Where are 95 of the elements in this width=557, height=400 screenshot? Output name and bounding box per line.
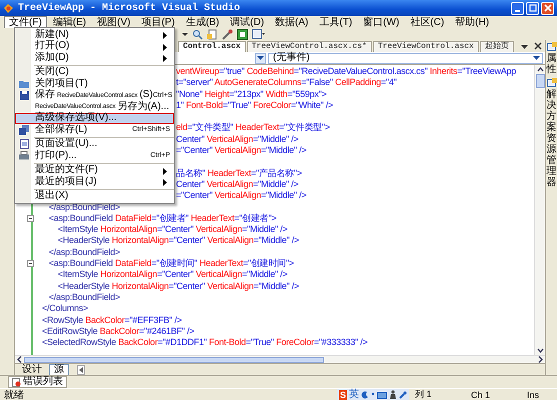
- code-line: Center" VerticalAlign="Middle" />: [176, 134, 298, 146]
- menu-option[interactable]: 最近的文件(F): [15, 164, 174, 176]
- menu-option[interactable]: 新建(N): [15, 29, 174, 40]
- window-icon[interactable]: [546, 78, 556, 88]
- error-list-tab[interactable]: 错误列表: [8, 376, 67, 388]
- code-line: </asp:BoundField>: [48, 292, 120, 304]
- code-line: <HeaderStyle HorizontalAlign="Center" VerticalAlign="Middle" />: [56, 235, 299, 247]
- view-tab[interactable]: 设计: [17, 364, 47, 376]
- code-line: <asp:BoundField DataField="创建时间" HeaderText="创建时间">: [48, 258, 294, 270]
- floppy-disks-icon: [19, 124, 29, 135]
- menu-option[interactable]: 打开(O): [15, 40, 174, 52]
- menu-item[interactable]: 调试(D): [225, 16, 270, 28]
- collapse-icon[interactable]: [27, 260, 34, 268]
- folder-icon: [19, 80, 29, 88]
- page-icon: [20, 139, 28, 150]
- scrollbar-thumb[interactable]: [536, 74, 544, 88]
- menu-item[interactable]: 文件(F): [4, 16, 47, 28]
- find-icon[interactable]: [192, 28, 203, 40]
- wrench-icon[interactable]: [399, 390, 407, 398]
- panel-icon[interactable]: [252, 28, 265, 40]
- menu-item[interactable]: 窗口(W): [358, 16, 404, 28]
- menu-item[interactable]: 数据(A): [270, 16, 314, 28]
- moon-icon[interactable]: [361, 390, 369, 398]
- menu-item[interactable]: 社区(C): [405, 16, 450, 28]
- close-icon[interactable]: [534, 42, 542, 50]
- document-tab[interactable]: Control.ascx: [178, 41, 246, 52]
- code-line: eld="文件类型" HeaderText="文件类型">: [176, 122, 330, 134]
- side-panel-tab[interactable]: 属性: [546, 53, 556, 75]
- event-dropdown[interactable]: (无事件): [268, 52, 543, 64]
- printer-icon: [19, 151, 29, 160]
- window-icon[interactable]: [237, 28, 248, 40]
- menu-option[interactable]: 关闭(C): [15, 66, 174, 78]
- code-line: <EditRowStyle BackColor="#2461BF" />: [42, 326, 194, 338]
- menu-option[interactable]: 退出(X): [15, 190, 174, 202]
- menu-item[interactable]: 生成(B): [180, 16, 224, 28]
- code-line: <RowStyle BackColor="#EFF3FB" />: [42, 314, 182, 326]
- document-tab[interactable]: TreeViewControl.ascx.cs*: [246, 41, 372, 52]
- code-line: ="Center" VerticalAlign="Middle" />: [176, 190, 306, 202]
- ime-mode[interactable]: 英: [349, 389, 359, 400]
- tools-icon[interactable]: [222, 28, 233, 40]
- menu-option[interactable]: 高级保存选项(V)...: [15, 112, 174, 124]
- status-text: 就绪: [4, 388, 24, 400]
- menu-option[interactable]: 最近的项目(J): [15, 176, 174, 188]
- maximize-button[interactable]: [526, 2, 539, 14]
- collapse-icon[interactable]: [27, 214, 34, 222]
- scroll-down-icon[interactable]: [536, 346, 544, 355]
- window-title: TreeViewApp - Microsoft Visual Studio: [18, 2, 240, 14]
- keyboard-icon[interactable]: [377, 390, 387, 398]
- code-line: <ItemStyle HorizontalAlign="Center" VerticalAlign="Middle" />: [56, 224, 288, 236]
- menu-item[interactable]: 工具(T): [314, 16, 358, 28]
- code-line: </asp:BoundField>: [48, 202, 120, 213]
- code-line: <HeaderStyle HorizontalAlign="Center" VerticalAlign="Middle" />: [56, 280, 299, 292]
- vertical-scrollbar[interactable]: [534, 65, 545, 355]
- char-indicator: Ch 1: [471, 390, 492, 400]
- menu-item[interactable]: 项目(P): [136, 16, 180, 28]
- document-tab[interactable]: TreeViewControl.ascx: [372, 41, 479, 52]
- window-icon[interactable]: [546, 42, 556, 52]
- view-tab[interactable]: 源: [49, 364, 69, 376]
- document-tab[interactable]: 起始页: [480, 41, 514, 52]
- code-line: t="server" AutoGenerateColumns="False" CellPadding="4": [176, 77, 397, 89]
- code-line: </asp:BoundField>: [48, 246, 120, 258]
- side-panel-tab[interactable]: 解决方案资源管理器: [546, 89, 556, 188]
- document-icon[interactable]: [207, 28, 218, 40]
- left-arrow-icon: [78, 366, 84, 372]
- code-line: ventWireup="true" CodeBehind="ReciveDateValueControl.ascx.cs" Inherits="TreeViewApp: [176, 66, 516, 78]
- code-line: Center" VerticalAlign="Middle" />: [176, 178, 298, 190]
- insert-mode-indicator: Ins: [527, 390, 540, 400]
- code-line: 品名称" HeaderText="产品名称">: [176, 168, 302, 179]
- menu-item[interactable]: 帮助(H): [450, 16, 494, 28]
- menu-option[interactable]: 关闭项目(T): [15, 78, 174, 90]
- minimize-button[interactable]: [511, 2, 524, 14]
- tag-navigator-button[interactable]: [77, 364, 85, 374]
- code-line: 1" Font-Bold="True" ForeColor="White" />: [176, 100, 333, 112]
- close-button[interactable]: [541, 2, 554, 14]
- menu-option[interactable]: 添加(D): [15, 52, 174, 64]
- maximize-icon: [528, 4, 536, 12]
- menu-item[interactable]: 编辑(E): [48, 16, 92, 28]
- code-line: <ItemStyle HorizontalAlign="Center" VerticalAlign="Middle" />: [56, 269, 288, 281]
- code-line: <asp:BoundField DataField="创建者" HeaderText="创建者">: [48, 212, 276, 224]
- menu-item[interactable]: 视图(V): [92, 16, 136, 28]
- figure-icon[interactable]: [389, 390, 397, 399]
- code-line: "None" Height="213px" Width="559px">: [176, 88, 327, 100]
- app-icon: [3, 2, 14, 14]
- horizontal-scrollbar[interactable]: [15, 355, 545, 363]
- ime-logo[interactable]: S: [338, 390, 347, 400]
- dropdown-button[interactable]: [255, 52, 266, 64]
- code-line: </Columns>: [42, 303, 88, 315]
- code-line: ="Center" VerticalAlign="Middle" />: [176, 145, 306, 156]
- close-icon: [544, 4, 552, 12]
- line-indicator: 列 1: [415, 388, 433, 400]
- scroll-up-icon[interactable]: [536, 65, 544, 74]
- code-line: <SelectedRowStyle BackColor="#D1DDF1" Font-Bold="True" ForeColor="#333333" />: [42, 337, 368, 348]
- dropdown-arrow-icon: [257, 56, 264, 60]
- menu-option[interactable]: 页面设置(U)...: [15, 138, 174, 150]
- scrollbar-thumb[interactable]: [24, 356, 324, 362]
